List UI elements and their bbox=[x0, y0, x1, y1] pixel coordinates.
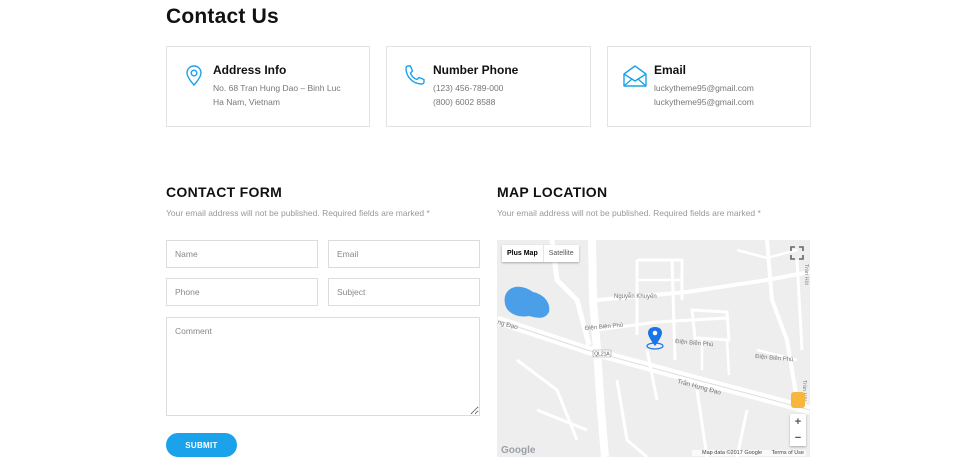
page-title: Contact Us bbox=[166, 5, 279, 28]
google-logo: Google bbox=[501, 445, 536, 456]
email-input[interactable] bbox=[328, 240, 480, 268]
street-view-pegman-icon[interactable] bbox=[791, 392, 805, 408]
email-line-2: luckytheme95@gmail.com bbox=[654, 97, 754, 107]
street-label-tran-hoi-1: Trần Hội bbox=[803, 264, 809, 285]
email-info-card: Email luckytheme95@gmail.com luckytheme9… bbox=[607, 46, 811, 127]
map-attribution: Map data ©2017 Google Terms of Use bbox=[692, 450, 806, 456]
map-type-map-button[interactable]: Plus Map bbox=[502, 245, 543, 262]
map-type-toggle: Plus Map Satellite bbox=[502, 245, 579, 262]
zoom-out-button[interactable]: − bbox=[790, 430, 806, 446]
phone-line-1: (123) 456-789-000 bbox=[433, 83, 504, 93]
street-label-hung-dao-partial: ng Đạo bbox=[497, 319, 519, 331]
phone-info-title: Number Phone bbox=[433, 63, 519, 77]
map-location-note: Your email address will not be published… bbox=[497, 208, 761, 218]
phone-input[interactable] bbox=[166, 278, 318, 306]
map-location-title: MAP LOCATION bbox=[497, 184, 608, 200]
phone-line-2: (800) 6002 8588 bbox=[433, 97, 496, 107]
comment-textarea[interactable] bbox=[166, 317, 480, 416]
map-view[interactable]: QL21A Nguyễn Khuyến Điện Biên Phủ Điện B… bbox=[497, 240, 810, 457]
email-info-title: Email bbox=[654, 63, 687, 77]
address-line-2: Ha Nam, Vietnam bbox=[213, 97, 280, 107]
address-info-card: Address Info No. 68 Tran Hung Dao – Binh… bbox=[166, 46, 370, 127]
zoom-controls: + − bbox=[790, 414, 806, 446]
subject-input[interactable] bbox=[328, 278, 480, 306]
map-type-satellite-button[interactable]: Satellite bbox=[542, 245, 579, 262]
fullscreen-icon[interactable] bbox=[788, 244, 806, 262]
location-pin-icon[interactable] bbox=[646, 327, 664, 350]
contact-form-note: Your email address will not be published… bbox=[166, 208, 430, 218]
address-line-1: No. 68 Tran Hung Dao – Binh Luc bbox=[213, 83, 341, 93]
map-roads: QL21A Nguyễn Khuyến Điện Biên Phủ Điện B… bbox=[497, 240, 810, 457]
zoom-in-button[interactable]: + bbox=[790, 414, 806, 430]
submit-button[interactable]: SUBMIT bbox=[166, 433, 237, 457]
map-data-text: Map data ©2017 Google bbox=[702, 450, 763, 456]
map-pin-icon bbox=[181, 63, 207, 89]
route-shield-label: QL21A bbox=[594, 352, 610, 358]
name-input[interactable] bbox=[166, 240, 318, 268]
terms-of-use-link[interactable]: Terms of Use bbox=[772, 450, 804, 456]
contact-form-title: CONTACT FORM bbox=[166, 184, 283, 200]
envelope-icon bbox=[622, 63, 648, 89]
phone-info-card: Number Phone (123) 456-789-000 (800) 600… bbox=[386, 46, 591, 127]
street-label-nguyen-khuyen: Nguyễn Khuyến bbox=[614, 293, 657, 300]
address-info-title: Address Info bbox=[213, 63, 287, 77]
email-line-1: luckytheme95@gmail.com bbox=[654, 83, 754, 93]
phone-icon bbox=[401, 63, 427, 89]
